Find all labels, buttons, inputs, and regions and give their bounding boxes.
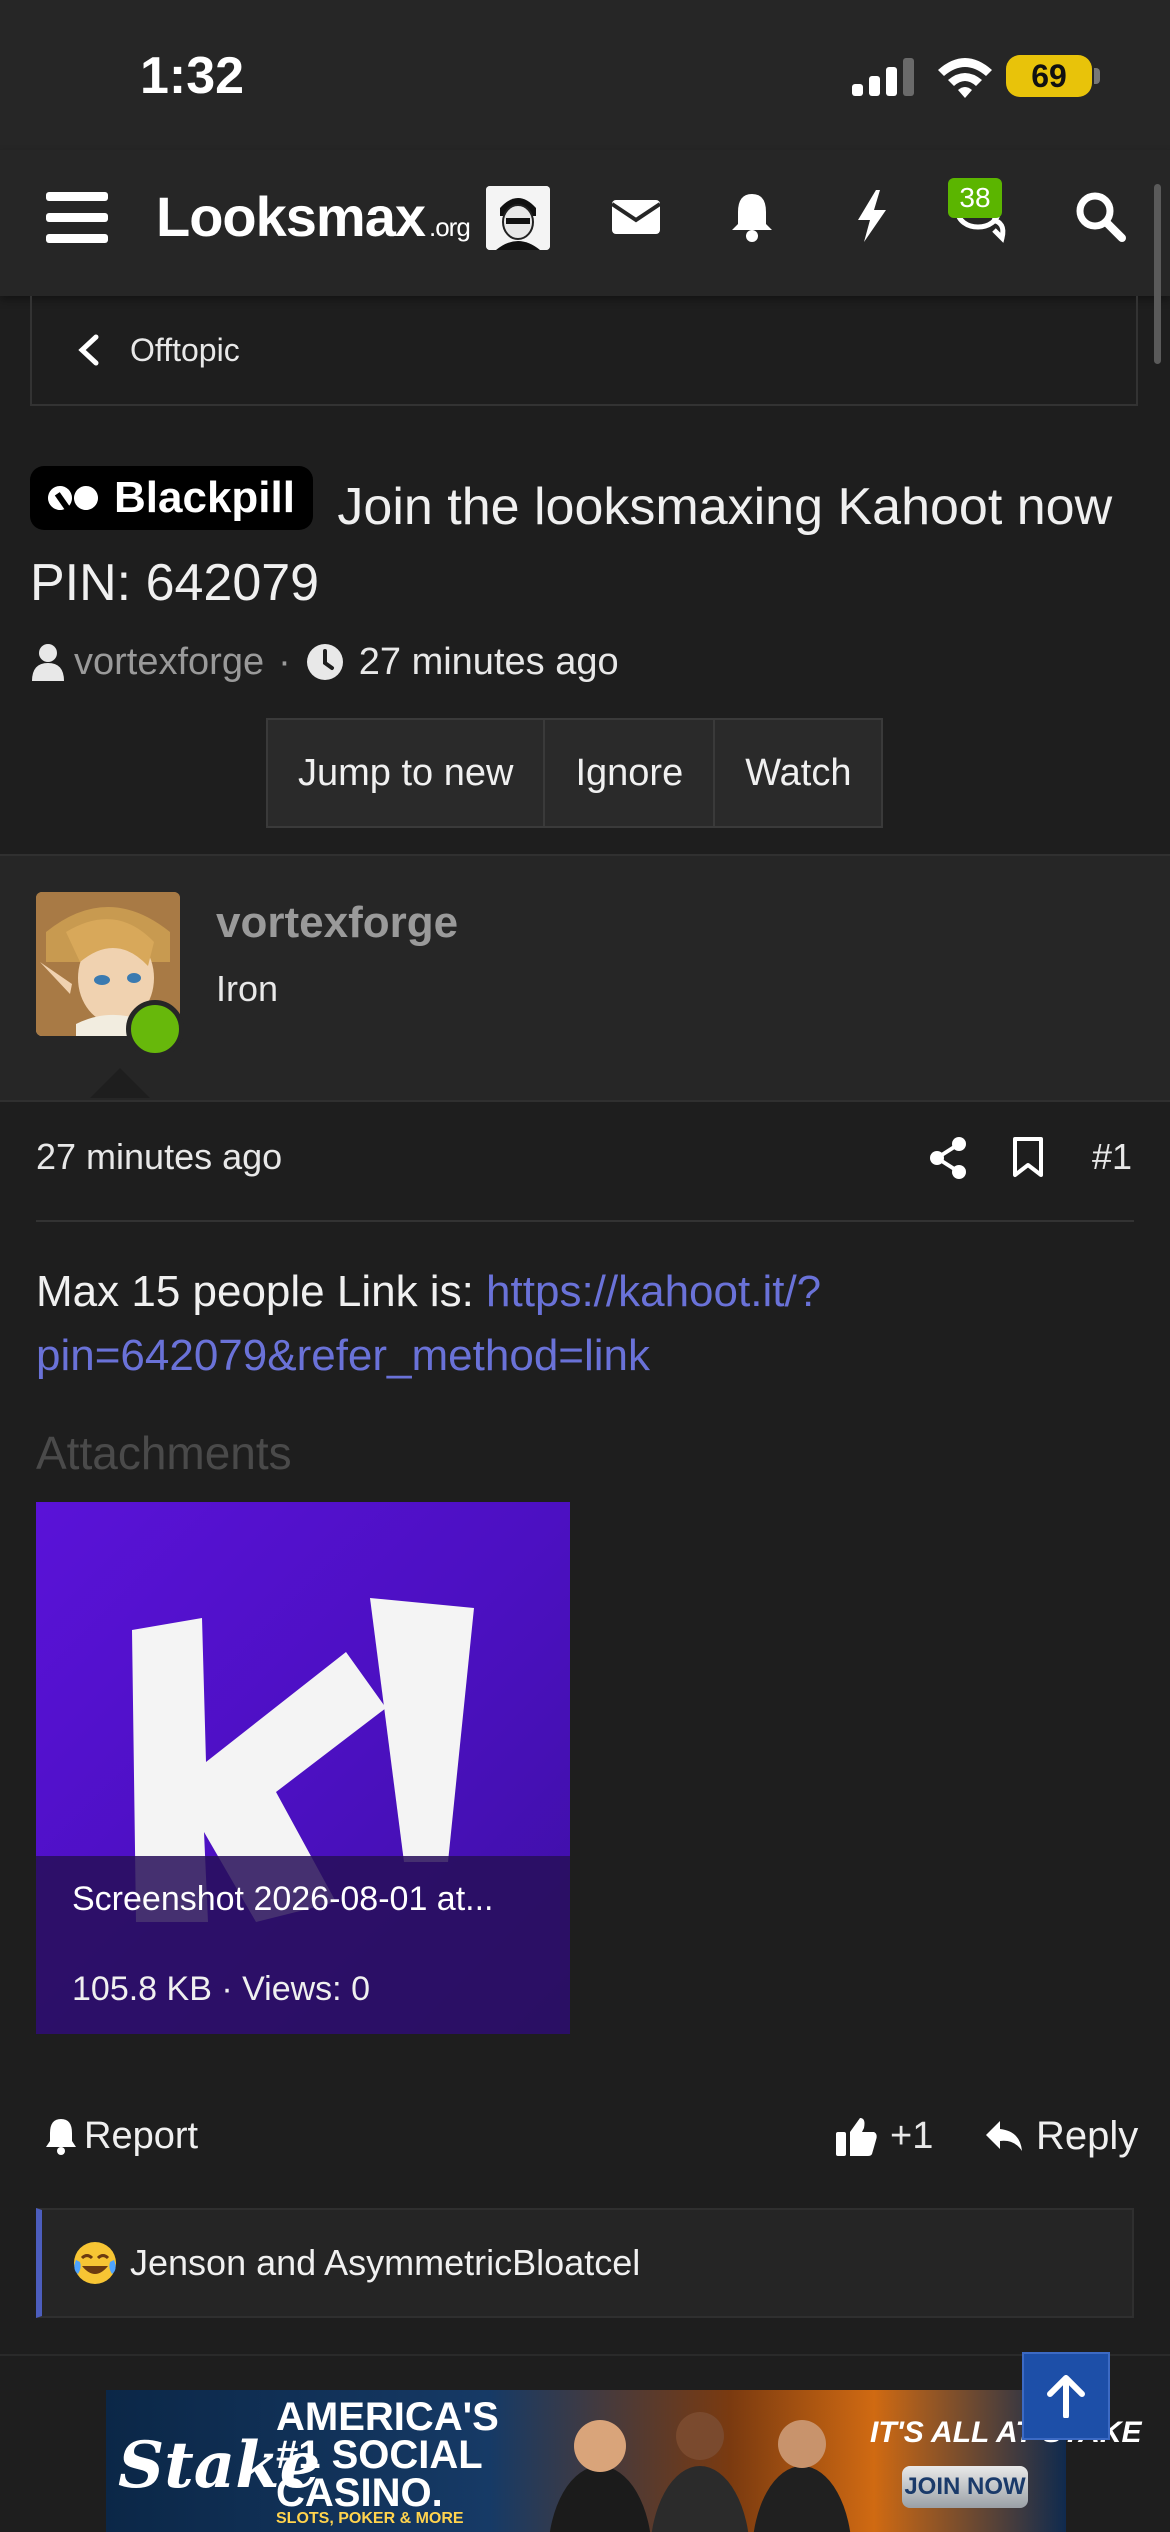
reply-icon <box>986 2121 1022 2151</box>
reply-button[interactable]: Reply <box>984 2108 1138 2164</box>
reactions-text: Jenson and AsymmetricBloatcel <box>130 2242 641 2283</box>
chevron-left-icon <box>78 334 99 366</box>
avatar-image <box>486 186 550 250</box>
divider <box>36 1220 1134 1222</box>
scrollbar[interactable] <box>1154 184 1161 364</box>
bell-icon[interactable] <box>722 186 782 246</box>
envelope-icon[interactable] <box>606 186 666 246</box>
prefix-label: Blackpill <box>114 473 295 522</box>
thread-title: Blackpill Join the looksmaxing Kahoot no… <box>30 466 1140 621</box>
thread-prefix[interactable]: Blackpill <box>30 466 313 530</box>
bookmark-icon[interactable] <box>1012 1136 1044 1178</box>
reply-label: Reply <box>1036 2113 1139 2158</box>
thread-meta: vortexforge · 27 minutes ago <box>30 632 619 692</box>
ad-subtext: SLOTS, POKER & MORE <box>276 2510 464 2527</box>
wifi-icon <box>938 58 992 98</box>
breadcrumb-label: Offtopic <box>130 331 240 368</box>
clock-time: 1:32 <box>140 47 245 105</box>
ad-people-image <box>549 2412 851 2532</box>
report-bell-icon <box>46 2119 76 2155</box>
jump-to-new-button[interactable]: Jump to new <box>268 720 546 826</box>
bolt-icon[interactable] <box>842 186 902 246</box>
thread-actions: Jump to new Ignore Watch <box>266 718 884 828</box>
post-text: Max 15 people Link is: <box>36 1267 487 1316</box>
pill-icon <box>48 486 98 512</box>
online-status-indicator <box>126 1000 184 1058</box>
logo-main: Looksmax <box>156 185 426 248</box>
attachment-info: 105.8 KB · Views: 0 <box>72 1970 370 2008</box>
like-button[interactable]: +1 <box>836 2108 933 2164</box>
report-label: Report <box>84 2114 199 2157</box>
user-rank: Iron <box>216 968 279 1009</box>
section-separator <box>0 2354 1170 2356</box>
logo-suffix: .org <box>429 212 471 242</box>
post-content: Max 15 people Link is: https://kahoot.it… <box>36 1260 1116 1388</box>
signal-icon <box>852 58 914 96</box>
ignore-button[interactable]: Ignore <box>545 720 716 826</box>
search-icon[interactable] <box>1070 186 1130 246</box>
thread-author[interactable]: vortexforge <box>74 641 264 684</box>
thumbs-up-icon <box>836 2118 877 2156</box>
conversations-badge: 38 <box>948 178 1002 218</box>
post-time[interactable]: 27 minutes ago <box>36 1136 282 1178</box>
reactions-bar[interactable]: Jenson and AsymmetricBloatcel <box>36 2208 1134 2318</box>
menu-icon[interactable] <box>46 192 108 244</box>
battery-nub <box>1094 68 1100 84</box>
scroll-to-top-button[interactable] <box>1022 2352 1110 2440</box>
attachments-heading: Attachments <box>36 1427 292 1479</box>
meta-separator: · <box>278 640 291 683</box>
clock-icon <box>306 644 343 680</box>
ad-join-button[interactable]: JOIN NOW <box>902 2466 1028 2508</box>
ad-headline: AMERICA'S #1 SOCIAL CASINO. <box>276 2395 499 2515</box>
arrow-up-icon <box>1047 2375 1085 2418</box>
crying-laughing-emoji <box>74 2242 116 2284</box>
share-icon[interactable] <box>928 1136 968 1180</box>
watch-button[interactable]: Watch <box>715 720 881 826</box>
post-number[interactable]: #1 <box>1092 1136 1132 1178</box>
report-button[interactable]: Report <box>44 2110 198 2162</box>
like-count: +1 <box>890 2114 934 2157</box>
post-username[interactable]: vortexforge <box>216 898 458 948</box>
thread-time[interactable]: 27 minutes ago <box>359 641 619 684</box>
user-icon <box>32 644 64 681</box>
battery-indicator: 69 <box>1006 55 1092 97</box>
site-logo[interactable]: Looksmax .org <box>156 184 471 249</box>
attachment-filename[interactable]: Screenshot 2026-08-01 at... <box>72 1880 494 1919</box>
message-pointer <box>90 1068 150 1098</box>
account-avatar[interactable] <box>486 186 550 250</box>
breadcrumb[interactable]: Offtopic <box>30 296 1138 406</box>
